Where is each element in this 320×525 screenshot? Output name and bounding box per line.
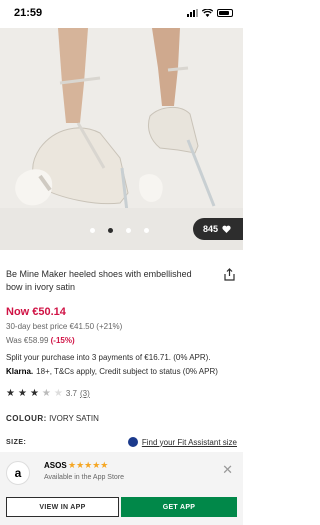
product-image xyxy=(0,28,243,250)
installment-text: Split your purchase into 3 payments of €… xyxy=(6,353,211,362)
view-in-app-button[interactable]: VIEW IN APP xyxy=(6,497,119,517)
colour-value: IVORY SATIN xyxy=(49,414,99,423)
save-count-button[interactable]: 845 xyxy=(193,218,243,240)
current-price: Now €50.14 xyxy=(6,306,66,318)
star-icon: ★ xyxy=(17,388,27,399)
app-download-banner: a ASOS ★★★★★ Available in the App Store … xyxy=(0,452,243,525)
star-icon: ★ xyxy=(29,388,39,399)
product-rating[interactable]: ★ ★ ★ ★ ★ 3.7 (3) xyxy=(6,388,90,399)
app-name: ASOS xyxy=(44,461,67,470)
star-icon: ★ xyxy=(6,388,15,399)
rating-count: (3) xyxy=(79,389,90,398)
carousel-dot[interactable] xyxy=(126,228,131,233)
signal-icon xyxy=(187,9,198,17)
product-image-gallery[interactable] xyxy=(0,28,243,250)
status-time: 21:59 xyxy=(14,7,43,19)
app-subtitle: Available in the App Store xyxy=(44,474,125,481)
battery-icon xyxy=(217,9,233,17)
carousel-dot[interactable] xyxy=(144,228,149,233)
heart-icon xyxy=(222,225,231,233)
status-icons xyxy=(187,9,233,17)
fit-assistant-text: Find your Fit Assistant size xyxy=(141,437,237,447)
was-price-value: Was €58.99 xyxy=(6,336,49,345)
product-title: Be Mine Maker heeled shoes with embellis… xyxy=(6,269,192,292)
status-bar: 21:59 xyxy=(0,0,243,28)
star-half-icon: ★ xyxy=(41,388,51,399)
size-label: SIZE: xyxy=(6,439,27,446)
close-icon[interactable]: ✕ xyxy=(222,462,233,478)
wifi-icon xyxy=(202,9,213,17)
colour-row: COLOUR: IVORY SATIN xyxy=(6,414,99,423)
discount-badge: (-15%) xyxy=(50,336,75,345)
klarna-text: 18+, T&Cs apply, Credit subject to statu… xyxy=(36,367,218,376)
carousel-dot[interactable] xyxy=(90,228,95,233)
asos-logo-icon: a xyxy=(6,461,30,485)
carousel-dots xyxy=(90,228,149,233)
rating-value: 3.7 xyxy=(65,389,77,398)
fit-assistant-icon xyxy=(127,437,138,447)
save-count: 845 xyxy=(203,224,219,234)
rating-stars: ★ ★ ★ ★ ★ xyxy=(6,388,63,399)
carousel-dot-active[interactable] xyxy=(108,228,113,233)
colour-label: COLOUR: xyxy=(6,414,47,423)
best-price: 30-day best price €41.50 (+21%) xyxy=(6,322,123,331)
klarna-info[interactable]: Klarna. 18+, T&Cs apply, Credit subject … xyxy=(6,367,218,376)
app-rating-stars: ★★★★★ xyxy=(68,460,109,470)
klarna-logo: Klarna. xyxy=(6,367,34,376)
fit-assistant-link[interactable]: Find your Fit Assistant size xyxy=(127,437,237,447)
get-app-button[interactable]: GET APP xyxy=(121,497,237,517)
star-empty-icon: ★ xyxy=(53,388,63,399)
was-price: Was €58.99 (-15%) xyxy=(6,336,75,345)
share-icon[interactable] xyxy=(224,268,235,281)
